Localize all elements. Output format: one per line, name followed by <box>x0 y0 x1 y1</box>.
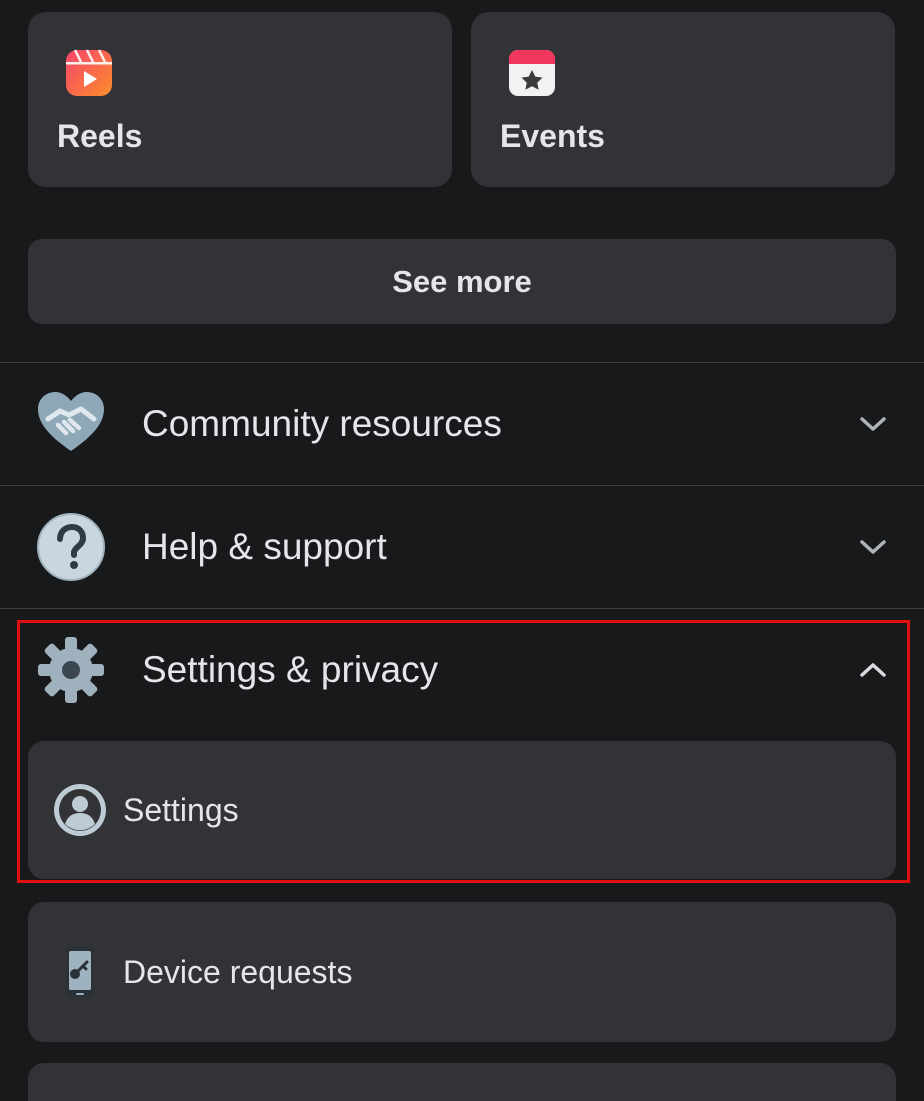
reels-shortcut[interactable]: Reels <box>28 12 452 187</box>
next-item-card[interactable] <box>28 1063 896 1101</box>
chevron-down-icon[interactable] <box>858 409 888 439</box>
calendar-star-icon <box>509 50 555 96</box>
events-label: Events <box>500 118 605 154</box>
handshake-heart-icon <box>38 392 104 451</box>
question-mark-icon <box>37 513 105 581</box>
settings-privacy-label: Settings & privacy <box>142 649 439 690</box>
help-support-section[interactable]: Help & support <box>0 486 924 608</box>
help-support-label: Help & support <box>142 526 387 567</box>
reels-icon <box>66 49 112 96</box>
community-resources-section[interactable]: Community resources <box>0 363 924 485</box>
phone-key-icon <box>66 946 94 998</box>
community-resources-label: Community resources <box>142 403 502 444</box>
user-circle-icon <box>54 784 106 836</box>
device-requests-item[interactable]: Device requests <box>28 902 896 1042</box>
settings-item-label: Settings <box>123 791 239 828</box>
settings-privacy-section[interactable]: Settings & privacy <box>0 609 924 731</box>
gear-icon <box>38 637 104 703</box>
events-shortcut[interactable]: Events <box>471 12 895 187</box>
reels-label: Reels <box>57 118 143 154</box>
settings-item[interactable]: Settings <box>28 741 896 879</box>
device-requests-label: Device requests <box>123 953 353 990</box>
menu-page: Reels Events See more Community resource… <box>0 0 924 1101</box>
chevron-down-icon[interactable] <box>858 532 888 562</box>
chevron-up-icon[interactable] <box>858 655 888 685</box>
see-more-button[interactable]: See more <box>28 239 896 324</box>
